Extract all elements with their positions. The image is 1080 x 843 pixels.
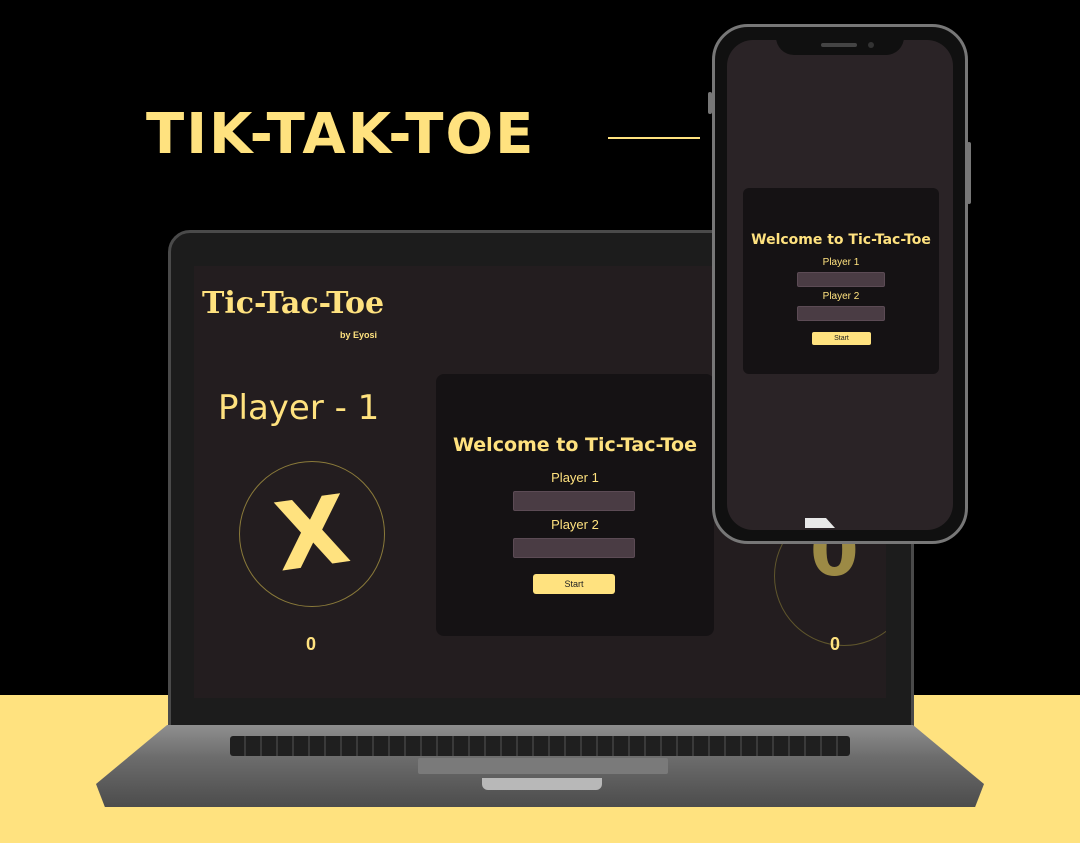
phone-notch (776, 27, 904, 55)
phone-speaker (821, 43, 857, 47)
phone-player1-label: Player 1 (822, 257, 860, 268)
player1-name-input[interactable] (513, 491, 635, 511)
phone-player2-label: Player 2 (822, 291, 860, 302)
phone-welcome-modal: Welcome to Tic-Tac-Toe Player 1 Player 2… (743, 188, 939, 374)
welcome-modal: Welcome to Tic-Tac-Toe Player 1 Player 2… (436, 374, 714, 636)
phone-screen: Welcome to Tic-Tac-Toe Player 1 Player 2… (727, 40, 953, 530)
phone-player1-name-input[interactable] (797, 272, 885, 287)
start-button[interactable]: Start (533, 574, 615, 594)
phone-welcome-title: Welcome to Tic-Tac-Toe (751, 232, 931, 248)
laptop-trackpad (418, 758, 668, 774)
phone-player2-name-input[interactable] (797, 306, 885, 321)
app-byline: by Eyosi (340, 330, 378, 340)
phone-start-button[interactable]: Start (812, 332, 871, 345)
welcome-title: Welcome to Tic-Tac-Toe (453, 434, 697, 456)
x-mark-icon: X (268, 475, 356, 594)
laptop-keyboard (230, 736, 850, 756)
player2-label: Player 2 (551, 517, 599, 532)
phone-power-button (967, 142, 971, 204)
player2-name-input[interactable] (513, 538, 635, 558)
laptop-base-notch (482, 778, 602, 790)
current-player-heading: Player - 1 (218, 388, 380, 428)
page-headline: TIK-TAK-TOE (146, 102, 536, 167)
app-title: Tic-Tac-Toe (202, 286, 385, 321)
phone-camera-icon (868, 42, 874, 48)
phone-side-button (708, 92, 712, 114)
phone-bottom-element (805, 518, 835, 528)
player1-label: Player 1 (551, 470, 599, 485)
player2-score: 0 (830, 634, 841, 654)
player1-score: 0 (306, 634, 317, 654)
headline-underline (608, 137, 700, 139)
